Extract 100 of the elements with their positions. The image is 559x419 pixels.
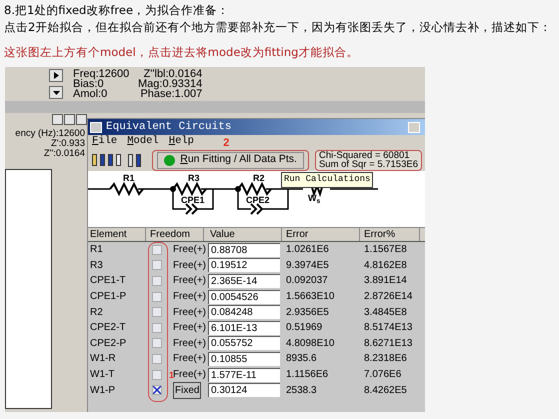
circuit-label: R3 [188,173,200,183]
freedom-text: Free(+) [172,368,206,382]
circuit-label: W$_{s}$ [308,193,320,203]
article-text: 8.把1处的fixed改称free，为拟合作准备： [4,2,230,19]
circle-icon [164,154,176,166]
freedom-text: Free(+) [172,336,206,351]
table-cell-text: 7.076E6 [363,368,402,382]
menu-item[interactable]: Help [168,134,194,150]
table-cell-text: 9.3974E5 [285,258,330,273]
reading-text: Bias:0 [73,79,104,89]
table-cell-text: CPE1-T [89,274,127,288]
table-cell-text: 3.891E14 [363,274,408,288]
table-cell-text: R2 [89,306,104,320]
circuit-label: R2 [253,173,265,183]
column-header: Error% [360,228,420,241]
value-field[interactable]: 0.10855 [208,352,280,366]
value-field[interactable]: 0.30124 [208,383,280,398]
freedom-checkbox[interactable] [152,354,162,364]
window-control[interactable] [64,114,75,125]
freedom-text: Free(+) [172,243,206,258]
value-field[interactable]: 0.055752 [208,336,280,350]
table-cell-text: 2.8726E14 [363,290,414,304]
table-cell-text: 1.5663E10 [285,290,336,304]
value-field[interactable]: 0.19512 [208,258,280,272]
circuit-label: CPE2 [246,195,270,205]
freedom-checkbox[interactable] [152,370,162,380]
table-cell-text: 1.1567E8 [363,243,408,258]
table-cell-text: W1-R [89,352,117,366]
table-cell-text: 1.0261E6 [285,243,330,258]
freedom-text: Free(+) [172,274,206,288]
reading-text: Z':0.933 [50,139,85,149]
article-text: 点击2开始拟合，但在拟合前还有个地方需要部补充一下，因为有张图丢失了，没心情去补，描述如下： [4,19,552,36]
window-control[interactable] [52,114,63,125]
arrow-down-icon [52,90,60,94]
table-cell-text: 8.2318E6 [363,352,408,366]
freedom-text: Free(+) [172,306,206,320]
column-header: Freedom [146,228,204,241]
app-icon [90,122,102,132]
menu-item[interactable]: Model [127,134,159,150]
table-cell-text: W1-T [89,368,116,382]
table-cell-text: CPE2-T [89,321,127,336]
freedom-checkbox[interactable] [152,385,162,396]
freedom-text: Free(+) [172,258,206,273]
column-header: Value [204,228,282,241]
callout-number: 2 [223,136,230,150]
column-header: Element [88,228,146,241]
reading-text: Mag:0.93314 [138,79,202,89]
value-field[interactable]: 0.88708 [208,242,280,257]
freedom-checkbox[interactable] [152,307,162,318]
table-cell-text: W1-P [89,384,116,398]
circuit-label: CPE1 [181,195,205,205]
tooltip: Run Calculations [281,172,374,188]
table-cell-text: 2538.3 [285,384,318,398]
callout-number: 1 [169,371,174,380]
dropdown-button[interactable] [49,86,63,99]
table-cell-text: CPE1-P [89,290,128,304]
column-header: Error [282,228,360,241]
reading-text: Z''lbl:0.0164 [144,69,202,79]
value-field[interactable]: 6.101E-13 [208,320,280,335]
value-field[interactable]: 0.0054526 [208,290,280,304]
run-fitting-button[interactable]: Run Fitting / All Data Pts. [157,152,304,168]
window-title: Equivalent Circuits [106,120,232,135]
arrow-right-icon [54,72,58,79]
statistic-text: Sum of Sqr = 5.7153E6 [318,160,418,168]
freedom-checkbox[interactable] [152,292,162,302]
value-field[interactable]: 2.365E-14 [208,274,280,288]
menu-item[interactable]: File [92,134,118,150]
table-cell-text: 8.6271E13 [363,336,414,351]
freedom-checkbox[interactable] [152,338,162,348]
freedom-text: Fixed [173,382,202,399]
table-cell-text: 0.51969 [285,321,324,336]
value-field[interactable]: 0.084248 [208,305,280,320]
freedom-checkbox[interactable] [152,260,162,270]
reading-text: ency (Hz):12600 [15,129,85,139]
value-field[interactable]: 1.577E-11 [208,368,280,382]
cross-icon [153,386,161,394]
freedom-text: Free(+) [172,290,206,304]
window-control[interactable] [76,114,87,125]
reading-text: Freq:12600 [73,69,128,79]
freedom-checkbox[interactable] [152,244,162,255]
reading-text: Z'':0.0164 [44,149,85,159]
freedom-checkbox[interactable] [152,276,162,286]
table-cell-text: 0.092037 [285,274,329,288]
circuit-label: R1 [123,173,135,183]
table-cell-text: 4.8162E8 [363,258,408,273]
table-cell-text: 3.4845E8 [363,306,408,320]
freedom-checkbox[interactable] [152,322,162,333]
table-cell-text: R3 [89,258,104,273]
reading-text: Phase:1.007 [140,89,202,99]
table-cell-text: 1.1156E6 [285,368,330,382]
freedom-text: Free(+) [172,321,206,336]
table-cell-text: 2.9356E5 [285,306,330,320]
highlighted-note: 这张图左上方有个model，点击进去将mode改为fitting才能拟合。 [4,44,360,61]
table-cell-text: 8.4262E5 [363,384,408,398]
table-cell-text: R1 [89,243,104,258]
table-cell-text: 8935.6 [285,352,318,366]
statistic-text: Chi-Squared = 60801 [318,150,410,160]
table-cell-text: 4.8098E10 [285,336,336,351]
table-cell-text: 8.5174E13 [363,321,414,336]
play-button[interactable] [49,69,63,82]
